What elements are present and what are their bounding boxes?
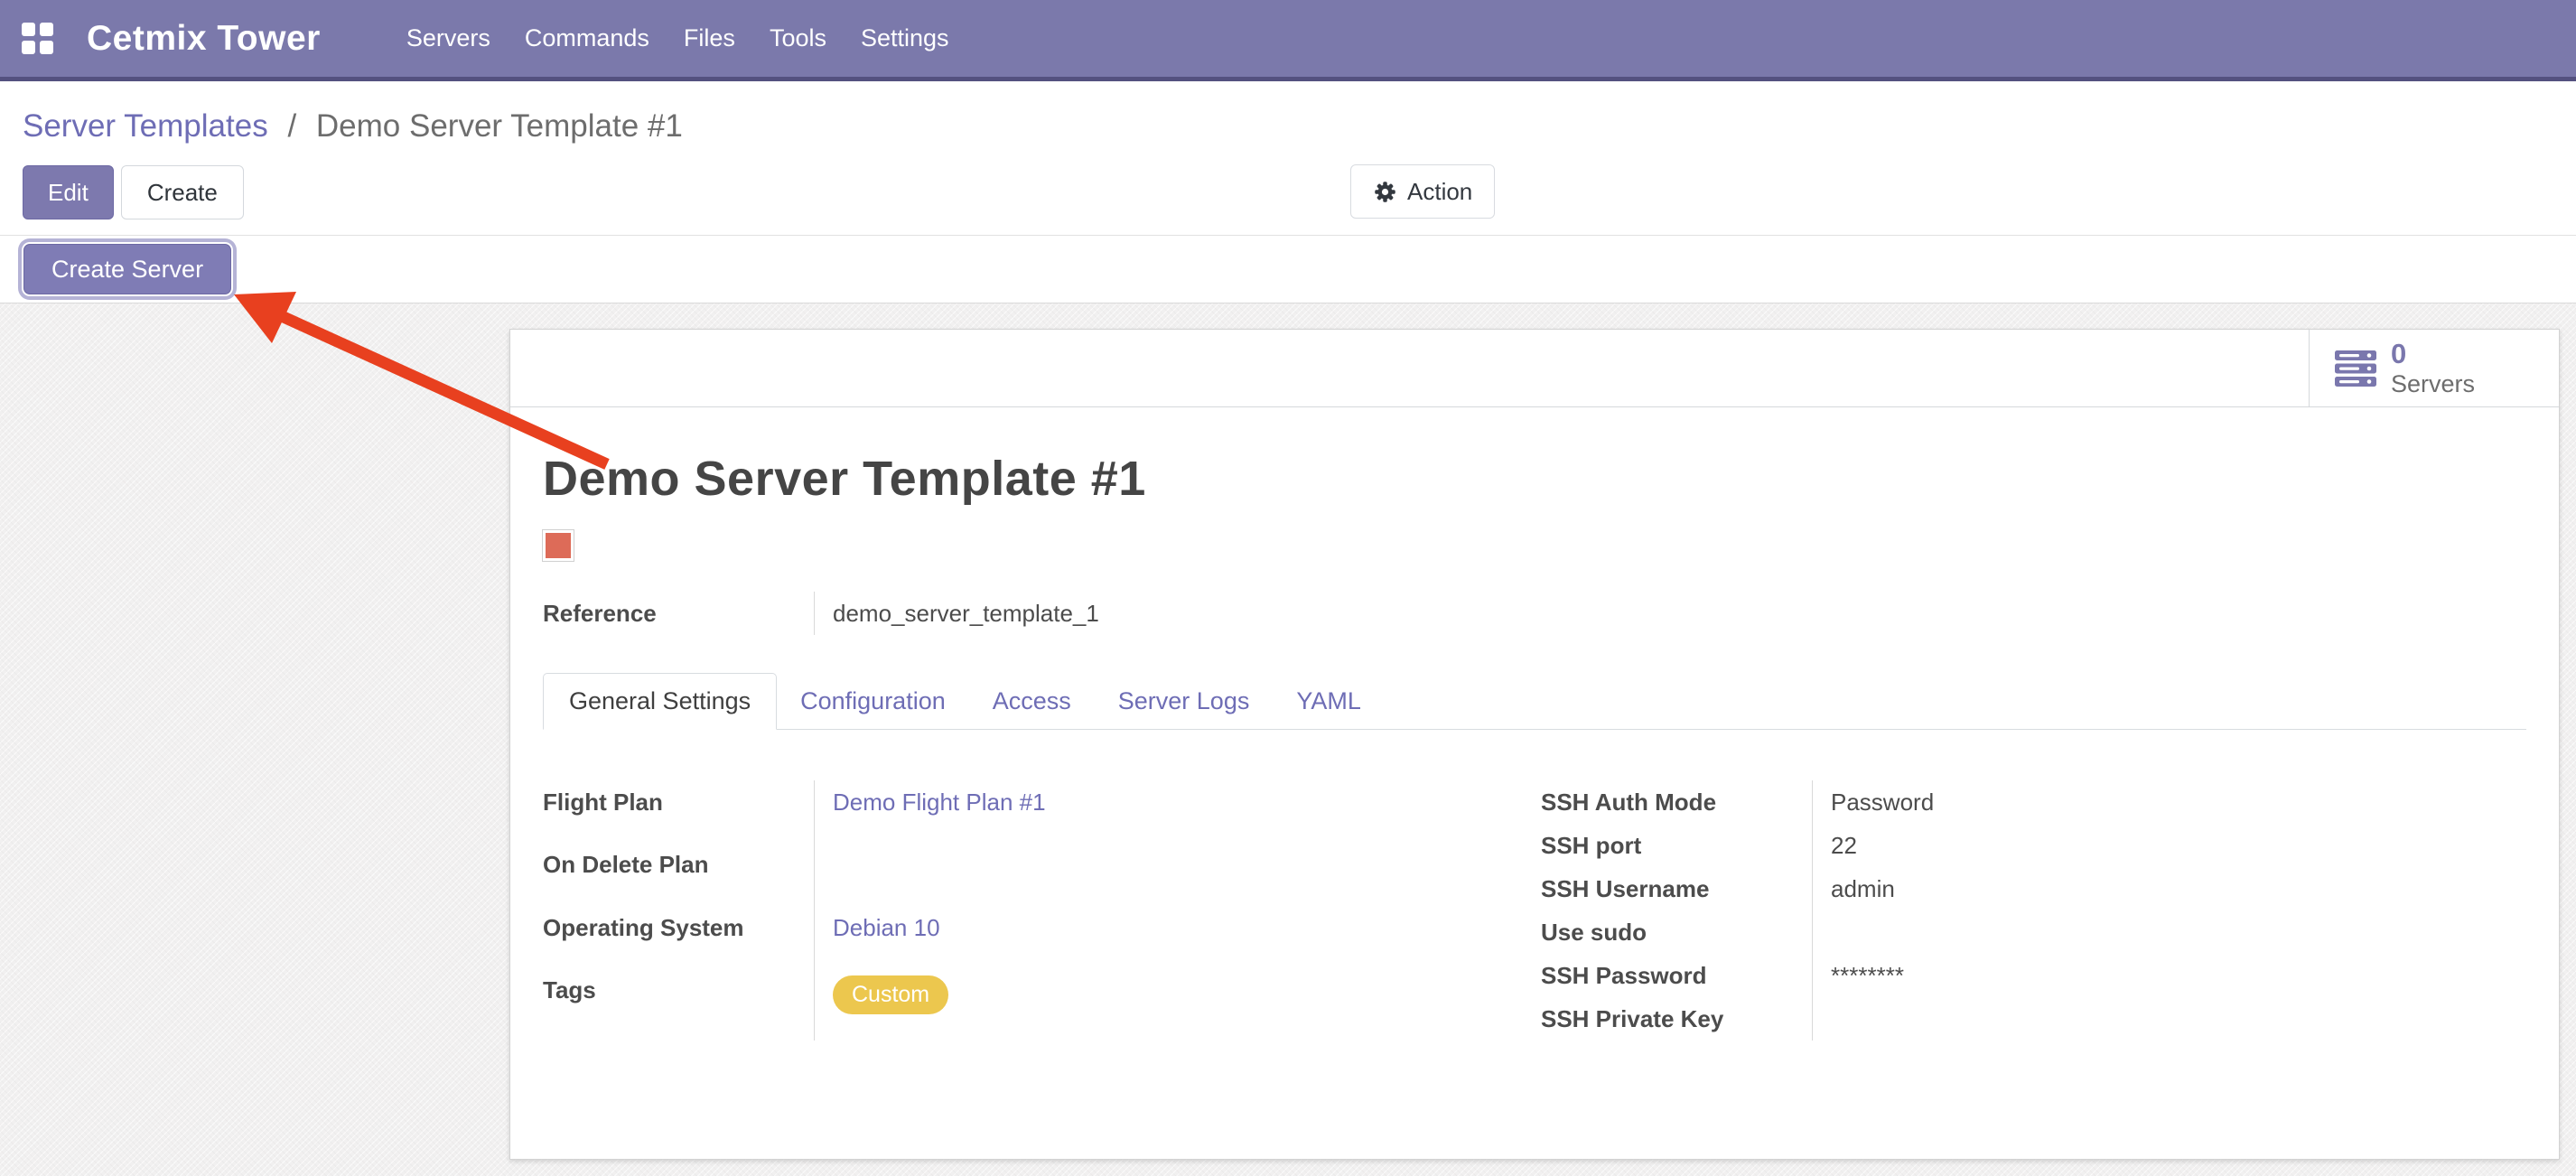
on-delete-plan-value <box>814 843 1541 905</box>
tab-content-general-settings: Flight Plan Demo Flight Plan #1 On Delet… <box>543 780 2526 1041</box>
tab-access[interactable]: Access <box>969 674 1095 729</box>
servers-stat-button[interactable]: 0 Servers <box>2309 330 2559 406</box>
action-button[interactable]: Action <box>1350 164 1495 219</box>
ssh-password-label: SSH Password <box>1541 954 1812 997</box>
breadcrumb: Server Templates / Demo Server Template … <box>0 81 2576 148</box>
reference-label: Reference <box>543 592 814 635</box>
app-brand[interactable]: Cetmix Tower <box>87 19 321 59</box>
tags-label: Tags <box>543 968 814 1041</box>
form-view-background: 0 Servers Demo Server Template #1 Refere… <box>0 303 2576 1176</box>
tag-badge-custom: Custom <box>833 975 948 1014</box>
control-panel: Edit Create Action <box>0 164 2576 220</box>
on-delete-plan-label: On Delete Plan <box>543 843 814 905</box>
field-group-right: SSH Auth Mode Password SSH port 22 SSH U… <box>1541 780 2526 1041</box>
use-sudo-label: Use sudo <box>1541 910 1812 954</box>
tab-yaml[interactable]: YAML <box>1273 674 1385 729</box>
edit-button[interactable]: Edit <box>23 165 114 219</box>
form-sheet: 0 Servers Demo Server Template #1 Refere… <box>509 329 2560 1160</box>
tab-general-settings[interactable]: General Settings <box>543 673 777 730</box>
button-box: 0 Servers <box>510 330 2559 407</box>
ssh-username-value: admin <box>1812 867 2526 910</box>
color-swatch <box>543 530 574 561</box>
reference-value: demo_server_template_1 <box>814 592 2526 635</box>
field-group-left: Flight Plan Demo Flight Plan #1 On Delet… <box>543 780 1541 1041</box>
tab-configuration[interactable]: Configuration <box>777 674 969 729</box>
apps-grid-icon <box>22 23 54 55</box>
operating-system-label: Operating System <box>543 906 814 968</box>
status-bar: Create Server <box>0 236 2576 303</box>
stat-value: 0 <box>2391 340 2475 369</box>
menu-item-commands[interactable]: Commands <box>508 24 667 52</box>
flight-plan-value-link[interactable]: Demo Flight Plan #1 <box>833 789 1046 816</box>
tab-server-logs[interactable]: Server Logs <box>1095 674 1274 729</box>
ssh-port-value: 22 <box>1812 824 2526 867</box>
flight-plan-label: Flight Plan <box>543 780 814 843</box>
ssh-auth-mode-label: SSH Auth Mode <box>1541 780 1812 824</box>
action-button-label: Action <box>1407 178 1472 206</box>
use-sudo-value <box>1812 910 2526 954</box>
notebook-tabs: General Settings Configuration Access Se… <box>543 673 2526 730</box>
operating-system-value-link[interactable]: Debian 10 <box>833 914 940 941</box>
gear-icon <box>1373 180 1397 204</box>
apps-menu-button[interactable] <box>11 12 65 66</box>
create-button[interactable]: Create <box>121 165 244 219</box>
create-server-button[interactable]: Create Server <box>23 244 231 294</box>
top-navbar: Cetmix Tower Servers Commands Files Tool… <box>0 0 2576 81</box>
ssh-port-label: SSH port <box>1541 824 1812 867</box>
stat-label: Servers <box>2391 371 2475 397</box>
menu-item-settings[interactable]: Settings <box>844 24 966 52</box>
ssh-username-label: SSH Username <box>1541 867 1812 910</box>
field-reference: Reference demo_server_template_1 <box>543 592 2526 635</box>
menu-item-tools[interactable]: Tools <box>752 24 844 52</box>
breadcrumb-parent-link[interactable]: Server Templates <box>23 108 268 144</box>
breadcrumb-separator: / <box>276 108 307 144</box>
menu-item-servers[interactable]: Servers <box>389 24 508 52</box>
ssh-private-key-label: SSH Private Key <box>1541 997 1812 1041</box>
menu-item-files[interactable]: Files <box>667 24 752 52</box>
breadcrumb-current: Demo Server Template #1 <box>316 108 683 144</box>
main-menu: Servers Commands Files Tools Settings <box>389 24 966 52</box>
sheet-body: Demo Server Template #1 Reference demo_s… <box>510 451 2559 1041</box>
ssh-auth-mode-value: Password <box>1812 780 2526 824</box>
servers-stack-icon <box>2335 350 2376 387</box>
record-title: Demo Server Template #1 <box>543 451 2526 507</box>
ssh-private-key-value <box>1812 997 2526 1041</box>
ssh-password-value: ******** <box>1812 954 2526 997</box>
